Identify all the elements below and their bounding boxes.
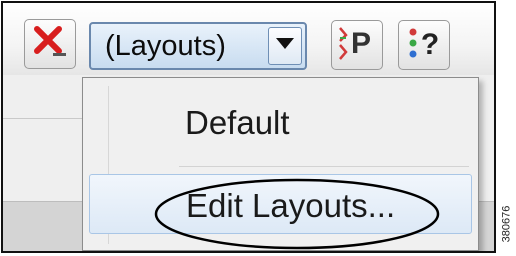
- menu-item-default[interactable]: Default: [89, 92, 472, 152]
- menu-separator: [179, 166, 469, 167]
- figure-number-text: 380676: [500, 205, 512, 243]
- help-glyph: ?: [421, 28, 439, 61]
- menu-item-label: Default: [185, 104, 290, 141]
- figure-number: 380676: [497, 196, 515, 252]
- layouts-menu: Default Edit Layouts...: [82, 77, 479, 251]
- close-button[interactable]: [24, 19, 76, 69]
- menu-item-edit-layouts[interactable]: Edit Layouts...: [89, 174, 472, 234]
- properties-icon: P: [337, 23, 377, 68]
- dropdown-arrow-button[interactable]: [268, 27, 302, 65]
- chevron-down-icon: [276, 37, 294, 55]
- properties-button[interactable]: P: [331, 20, 383, 70]
- help-icon: ?: [404, 23, 444, 68]
- help-button[interactable]: ?: [398, 20, 450, 70]
- layouts-dropdown-value: (Layouts): [105, 30, 226, 62]
- layouts-dropdown[interactable]: (Layouts): [89, 22, 307, 70]
- properties-glyph: P: [351, 27, 371, 60]
- menu-item-label: Edit Layouts...: [186, 187, 396, 224]
- close-icon: [32, 24, 68, 65]
- toolbar: (Layouts) P ?: [3, 3, 494, 75]
- pane-divider: [3, 118, 93, 119]
- application-window: (Layouts) P ? Default Edit Layouts...: [1, 1, 496, 253]
